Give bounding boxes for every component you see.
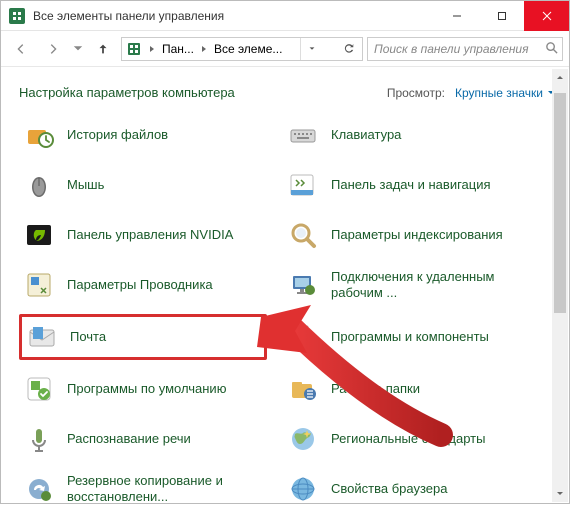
remote-icon xyxy=(287,269,319,301)
item-label: Параметры индексирования xyxy=(331,227,503,243)
view-label: Просмотр: xyxy=(387,86,445,100)
mail-icon xyxy=(26,321,58,353)
indexing-icon xyxy=(287,219,319,251)
scroll-up-button[interactable] xyxy=(552,69,568,85)
item-taskbar[interactable]: Панель задач и навигация xyxy=(283,164,531,206)
breadcrumb[interactable]: Пан... Все элеме... xyxy=(121,37,363,61)
view-value: Крупные значки xyxy=(455,86,543,100)
breadcrumb-seg-panel[interactable]: Пан... xyxy=(160,42,196,56)
back-button[interactable] xyxy=(7,35,35,63)
item-label: Резервное копирование и восстановлени... xyxy=(67,473,263,506)
item-file-history[interactable]: История файлов xyxy=(19,114,267,156)
item-label: Рабочие папки xyxy=(331,381,420,397)
item-speech[interactable]: Распознавание речи xyxy=(19,418,267,460)
backup-icon xyxy=(23,473,55,505)
content-area: Настройка параметров компьютера Просмотр… xyxy=(1,67,569,516)
item-label: Панель задач и навигация xyxy=(331,177,491,193)
item-label: Программы и компоненты xyxy=(331,329,489,345)
search-icon[interactable] xyxy=(541,41,558,57)
item-label: История файлов xyxy=(67,127,168,143)
minimize-button[interactable] xyxy=(434,1,479,31)
item-label: Параметры Проводника xyxy=(67,277,213,293)
control-panel-icon xyxy=(9,8,25,24)
recent-dropdown-button[interactable] xyxy=(71,35,85,63)
explorer-options-icon xyxy=(23,269,55,301)
chevron-right-icon[interactable] xyxy=(146,45,158,53)
navigation-row: Пан... Все элеме... xyxy=(1,31,569,67)
search-input[interactable] xyxy=(372,41,541,57)
region-icon xyxy=(287,423,319,455)
item-remote-desktop[interactable]: Подключения к удаленным рабочим ... xyxy=(283,264,531,306)
item-mouse[interactable]: Мышь xyxy=(19,164,267,206)
item-label: Свойства браузера xyxy=(331,481,447,497)
item-explorer-options[interactable]: Параметры Проводника xyxy=(19,264,267,306)
item-label: Программы по умолчанию xyxy=(67,381,226,397)
breadcrumb-seg-all[interactable]: Все элеме... xyxy=(212,42,284,56)
window-title: Все элементы панели управления xyxy=(33,9,434,23)
item-indexing[interactable]: Параметры индексирования xyxy=(283,214,531,256)
item-label: Клавиатура xyxy=(331,127,401,143)
item-region[interactable]: Региональные стандарты xyxy=(283,418,531,460)
item-nvidia[interactable]: Панель управления NVIDIA xyxy=(19,214,267,256)
item-label: Подключения к удаленным рабочим ... xyxy=(331,269,527,302)
up-button[interactable] xyxy=(89,35,117,63)
items-grid: История файлов Клавиатура Мышь Панель за… xyxy=(19,114,555,510)
forward-button[interactable] xyxy=(39,35,67,63)
item-label: Региональные стандарты xyxy=(331,431,485,447)
item-label: Панель управления NVIDIA xyxy=(67,227,233,243)
scroll-down-button[interactable] xyxy=(552,486,568,502)
view-selector[interactable]: Крупные значки xyxy=(455,86,555,100)
mouse-icon xyxy=(23,169,55,201)
item-mail[interactable]: Почта xyxy=(19,314,267,360)
chevron-right-icon[interactable] xyxy=(198,45,210,53)
browser-icon xyxy=(287,473,319,505)
search-box[interactable] xyxy=(367,37,563,61)
page-title: Настройка параметров компьютера xyxy=(19,85,387,100)
scrollbar-thumb[interactable] xyxy=(554,93,566,313)
item-keyboard[interactable]: Клавиатура xyxy=(283,114,531,156)
nvidia-icon xyxy=(23,219,55,251)
taskbar-icon xyxy=(287,169,319,201)
control-panel-icon xyxy=(126,41,142,57)
history-dropdown-button[interactable] xyxy=(300,38,322,60)
item-label: Почта xyxy=(70,329,106,345)
keyboard-icon xyxy=(287,119,319,151)
item-default-programs[interactable]: Программы по умолчанию xyxy=(19,368,267,410)
maximize-button[interactable] xyxy=(479,1,524,31)
item-label: Мышь xyxy=(67,177,104,193)
defaults-icon xyxy=(23,373,55,405)
programs-icon xyxy=(287,321,319,353)
item-programs-features[interactable]: Программы и компоненты xyxy=(283,314,531,360)
item-work-folders[interactable]: Рабочие папки xyxy=(283,368,531,410)
history-icon xyxy=(23,119,55,151)
close-button[interactable] xyxy=(524,1,569,31)
speech-icon xyxy=(23,423,55,455)
item-label: Распознавание речи xyxy=(67,431,191,447)
vertical-scrollbar[interactable] xyxy=(552,69,568,502)
workfolders-icon xyxy=(287,373,319,405)
refresh-button[interactable] xyxy=(338,38,360,60)
titlebar: Все элементы панели управления xyxy=(1,1,569,31)
